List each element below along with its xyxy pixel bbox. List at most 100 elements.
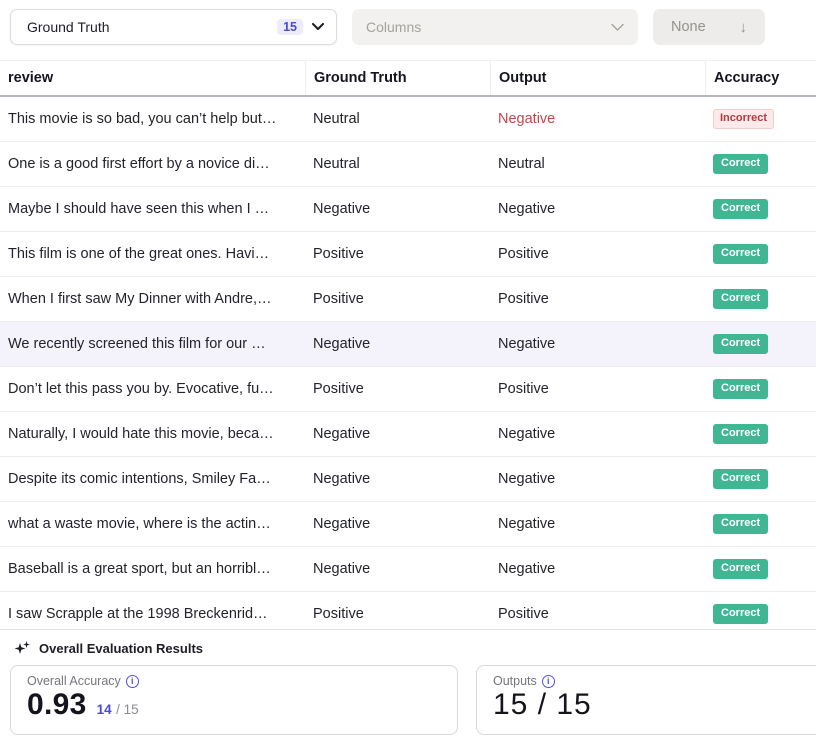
accuracy-badge: Correct (713, 424, 768, 443)
cell-review: Maybe I should have seen this when I … (0, 201, 305, 217)
cell-review: We recently screened this film for our … (0, 336, 305, 352)
table-row[interactable]: One is a good first effort by a novice d… (0, 142, 816, 187)
output-value: Positive (498, 606, 549, 622)
ground-truth-value: Negative (313, 471, 370, 487)
cell-review: Naturally, I would hate this movie, beca… (0, 426, 305, 442)
outputs-value-row: 15 / 15 (493, 688, 816, 722)
fraction-numerator: 14 (97, 702, 112, 717)
review-text: This film is one of the great ones. Havi… (8, 246, 305, 262)
cell-output: Positive (490, 246, 705, 262)
cell-review: One is a good first effort by a novice d… (0, 156, 305, 172)
cell-ground-truth: Negative (305, 516, 490, 532)
output-value: Negative (498, 426, 555, 442)
cell-accuracy: Correct (705, 244, 816, 263)
cell-ground-truth: Neutral (305, 111, 490, 127)
cell-ground-truth: Positive (305, 606, 490, 622)
cell-output: Positive (490, 291, 705, 307)
table-row[interactable]: Maybe I should have seen this when I … N… (0, 187, 816, 232)
cell-review: Don’t let this pass you by. Evocative, f… (0, 381, 305, 397)
ground-truth-value: Negative (313, 201, 370, 217)
columns-select[interactable]: Columns (352, 9, 638, 45)
chevron-down-icon (611, 23, 624, 32)
cell-review: When I first saw My Dinner with Andre,… (0, 291, 305, 307)
header-ground-truth[interactable]: Ground Truth (305, 61, 490, 95)
accuracy-badge: Correct (713, 334, 768, 353)
cell-output: Negative (490, 471, 705, 487)
outputs-label-row: Outputs i (493, 674, 816, 688)
overall-accuracy-label-row: Overall Accuracy i (27, 674, 441, 688)
overall-accuracy-card: Overall Accuracy i 0.93 14 / 15 (10, 665, 458, 735)
table-header: review Ground Truth Output Accuracy (0, 60, 816, 97)
ground-truth-value: Negative (313, 426, 370, 442)
cell-review: I saw Scrapple at the 1998 Breckenrid… (0, 606, 305, 622)
accuracy-badge: Correct (713, 244, 768, 263)
info-icon[interactable]: i (126, 675, 139, 688)
columns-select-label: Columns (366, 19, 421, 35)
info-icon[interactable]: i (542, 675, 555, 688)
header-accuracy[interactable]: Accuracy (705, 61, 816, 95)
accuracy-badge: Correct (713, 379, 768, 398)
cell-accuracy: Correct (705, 559, 816, 578)
cell-ground-truth: Negative (305, 336, 490, 352)
table-row[interactable]: We recently screened this film for our …… (0, 322, 816, 367)
table-row[interactable]: Baseball is a great sport, but an horrib… (0, 547, 816, 592)
table-row[interactable]: Naturally, I would hate this movie, beca… (0, 412, 816, 457)
cell-ground-truth: Positive (305, 246, 490, 262)
review-text: I saw Scrapple at the 1998 Breckenrid… (8, 606, 305, 622)
header-output[interactable]: Output (490, 61, 705, 95)
output-value: Negative (498, 111, 555, 127)
output-value: Negative (498, 471, 555, 487)
ground-truth-select[interactable]: Ground Truth 15 (10, 9, 337, 45)
ground-truth-value: Positive (313, 606, 364, 622)
table-row[interactable]: When I first saw My Dinner with Andre,… … (0, 277, 816, 322)
sparkles-icon (14, 640, 31, 656)
table-row[interactable]: what a waste movie, where is the actin… … (0, 502, 816, 547)
cell-output: Negative (490, 111, 705, 127)
output-value: Positive (498, 246, 549, 262)
table-row[interactable]: Don’t let this pass you by. Evocative, f… (0, 367, 816, 412)
cell-accuracy: Correct (705, 379, 816, 398)
ground-truth-value: Positive (313, 246, 364, 262)
accuracy-badge: Correct (713, 559, 768, 578)
review-text: Baseball is a great sport, but an horrib… (8, 561, 305, 577)
table-row[interactable]: This movie is so bad, you can’t help but… (0, 97, 816, 142)
header-review[interactable]: review (0, 61, 305, 95)
cell-output: Negative (490, 336, 705, 352)
ground-truth-value: Neutral (313, 156, 360, 172)
cell-output: Positive (490, 606, 705, 622)
output-value: Negative (498, 201, 555, 217)
ground-truth-select-right: 15 (277, 19, 324, 35)
cell-accuracy: Correct (705, 514, 816, 533)
accuracy-badge: Incorrect (713, 109, 774, 129)
overall-results-title: Overall Evaluation Results (39, 641, 203, 656)
cell-accuracy: Correct (705, 604, 816, 623)
table-body: This movie is so bad, you can’t help but… (0, 97, 816, 637)
review-text: We recently screened this film for our … (8, 336, 305, 352)
review-text: When I first saw My Dinner with Andre,… (8, 291, 305, 307)
count-badge: 15 (277, 19, 303, 35)
arrow-down-icon: ↓ (740, 19, 748, 36)
output-value: Negative (498, 336, 555, 352)
fraction-denominator: / 15 (116, 702, 139, 717)
cell-review: Despite its comic intentions, Smiley Fa… (0, 471, 305, 487)
overall-accuracy-value: 0.93 (27, 688, 87, 722)
output-value: Negative (498, 561, 555, 577)
cell-ground-truth: Positive (305, 381, 490, 397)
table-row[interactable]: Despite its comic intentions, Smiley Fa…… (0, 457, 816, 502)
cell-ground-truth: Positive (305, 291, 490, 307)
cell-review: This movie is so bad, you can’t help but… (0, 111, 305, 127)
cell-ground-truth: Negative (305, 471, 490, 487)
review-text: This movie is so bad, you can’t help but… (8, 111, 305, 127)
cell-output: Negative (490, 201, 705, 217)
cell-output: Negative (490, 561, 705, 577)
accuracy-badge: Correct (713, 199, 768, 218)
outputs-value: 15 / 15 (493, 688, 592, 722)
ground-truth-value: Negative (313, 336, 370, 352)
cell-accuracy: Incorrect (705, 109, 816, 129)
table-row[interactable]: This film is one of the great ones. Havi… (0, 232, 816, 277)
ground-truth-value: Negative (313, 561, 370, 577)
accuracy-badge: Correct (713, 154, 768, 173)
sort-button[interactable]: None ↓ (653, 9, 765, 45)
overall-accuracy-value-row: 0.93 14 / 15 (27, 688, 441, 722)
chevron-down-icon (312, 23, 324, 31)
